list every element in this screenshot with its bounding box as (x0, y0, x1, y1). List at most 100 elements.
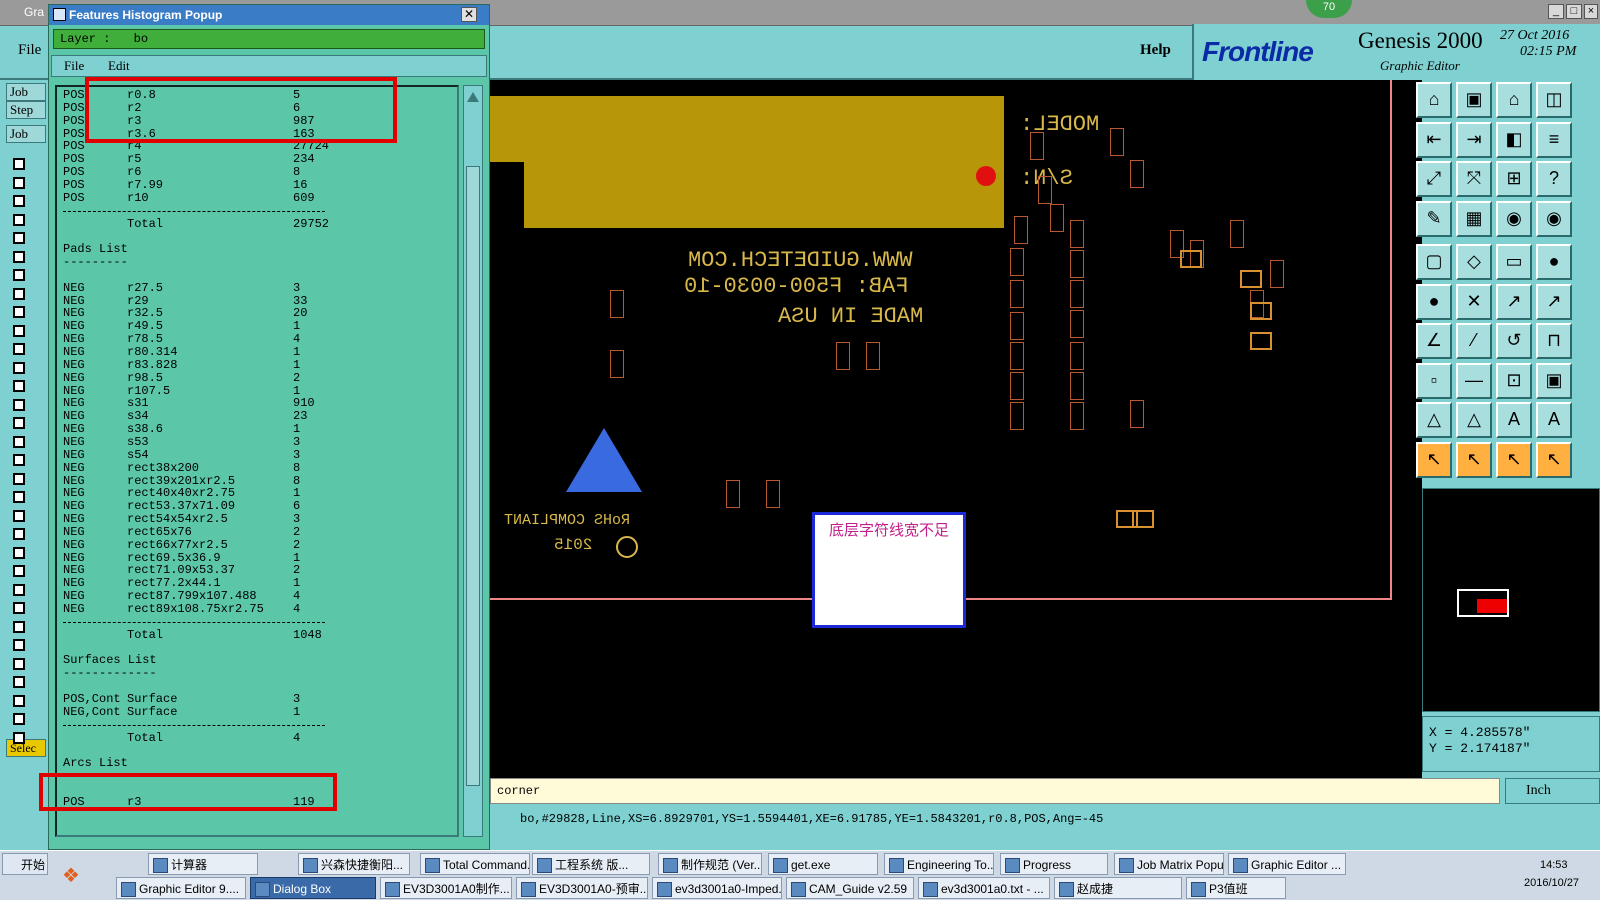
tool-button[interactable]: ◧ (1496, 121, 1532, 158)
layer-toggle[interactable] (13, 565, 25, 577)
tool-button[interactable]: ↗ (1496, 283, 1532, 320)
start-button[interactable]: 开始 (2, 853, 48, 875)
tool-button[interactable]: ◉ (1536, 200, 1572, 237)
taskbar-item[interactable]: 工程系统 版... (532, 853, 650, 875)
layer-toggle[interactable] (13, 435, 25, 448)
tool-button[interactable]: ✎ (1416, 200, 1452, 237)
tool-button[interactable]: ⊡ (1496, 362, 1532, 399)
layer-toggle[interactable] (13, 158, 25, 170)
tool-button[interactable]: ⁄ (1456, 323, 1492, 359)
popup-menu-edit[interactable]: Edit (108, 56, 130, 76)
tool-button[interactable]: ▣ (1456, 82, 1492, 118)
layer-toggle[interactable] (13, 694, 25, 707)
layer-toggle[interactable] (13, 343, 25, 355)
layer-toggle[interactable] (13, 380, 25, 392)
layer-toggle[interactable] (13, 195, 25, 207)
scroll-up-arrow[interactable] (467, 90, 479, 102)
taskbar-item[interactable]: 计算器 (148, 853, 258, 875)
layer-toggle[interactable] (13, 287, 25, 300)
job2-button[interactable]: Job (6, 125, 46, 143)
taskbar-item[interactable]: Graphic Editor ... (1228, 853, 1346, 875)
taskbar-item[interactable]: 兴森快捷衡阳... (298, 853, 410, 875)
taskbar-item[interactable]: CAM_Guide v2.59 (786, 877, 914, 899)
step-button[interactable]: Step (6, 101, 46, 119)
layer-toggle[interactable] (13, 639, 25, 651)
tool-button[interactable]: ◇ (1456, 244, 1492, 280)
taskbar-item[interactable]: P3值班 (1186, 877, 1286, 899)
taskbar-item[interactable]: Engineering To... (884, 853, 994, 875)
tool-button[interactable]: ⌂ (1416, 82, 1452, 118)
tool-button[interactable]: ▭ (1496, 244, 1532, 280)
tool-button[interactable]: ◉ (1496, 200, 1532, 237)
layer-toggle[interactable] (13, 398, 25, 411)
popup-close-button[interactable]: ✕ (461, 7, 477, 22)
close-button[interactable]: × (1584, 4, 1598, 19)
taskbar-item[interactable]: Graphic Editor 9.... (116, 877, 246, 899)
taskbar-item[interactable]: Progress (1000, 853, 1108, 875)
tool-button[interactable]: ⌂ (1496, 82, 1532, 118)
menu-file[interactable]: File (18, 42, 41, 59)
select-button[interactable]: Selec (6, 739, 46, 757)
layer-toggle[interactable] (13, 713, 25, 725)
layer-toggle[interactable] (13, 491, 25, 503)
tool-button[interactable]: — (1456, 362, 1492, 399)
layer-toggle[interactable] (13, 232, 25, 244)
taskbar-item[interactable]: get.exe (768, 853, 878, 875)
layer-toggle[interactable] (13, 583, 25, 596)
tool-button[interactable]: ▢ (1416, 244, 1452, 280)
layer-toggle[interactable] (13, 657, 25, 670)
tool-button[interactable]: A (1496, 402, 1532, 438)
layer-toggle[interactable] (13, 509, 25, 522)
tool-button[interactable]: ⊞ (1496, 161, 1532, 197)
layer-toggle[interactable] (13, 306, 25, 318)
tool-button[interactable]: A (1536, 402, 1572, 438)
graphic-canvas[interactable]: MODEL: S/N: WWW.GUIDETECH.COM FAB: F500-… (490, 80, 1422, 778)
tool-button[interactable]: ↖ (1416, 441, 1452, 478)
tool-button[interactable]: ▦ (1456, 200, 1492, 237)
layer-toggle[interactable] (13, 213, 25, 226)
tool-button[interactable]: ⇥ (1456, 121, 1492, 158)
tool-button[interactable]: ✕ (1456, 283, 1492, 320)
tool-button[interactable]: ◫ (1536, 82, 1572, 118)
tool-button[interactable]: ↖ (1496, 441, 1532, 478)
unit-selector[interactable]: Inch (1505, 778, 1600, 804)
layer-toggle[interactable] (13, 472, 25, 485)
tool-button[interactable]: ↗ (1536, 283, 1572, 320)
tool-button[interactable]: △ (1456, 402, 1492, 438)
tool-button[interactable]: ⤧ (1456, 161, 1492, 197)
tool-button[interactable]: ≡ (1536, 121, 1572, 158)
tool-button[interactable]: ⇤ (1416, 121, 1452, 158)
tool-button[interactable]: ∠ (1416, 323, 1452, 359)
taskbar-item[interactable]: Dialog Box (250, 877, 376, 899)
taskbar-item[interactable]: EV3D3001A0-预审... (516, 877, 648, 899)
layer-toggle[interactable] (13, 250, 25, 263)
layer-toggle[interactable] (13, 361, 25, 374)
tool-button[interactable]: △ (1416, 402, 1452, 438)
popup-scrollbar[interactable] (463, 85, 483, 837)
taskbar-item[interactable]: Total Command... (420, 853, 530, 875)
layer-toggle[interactable] (13, 602, 25, 614)
taskbar-item[interactable]: 制作规范 (Ver... (658, 853, 762, 875)
windows-logo-icon[interactable]: ❖ (62, 863, 80, 888)
tool-button[interactable]: ⤢ (1416, 161, 1452, 197)
tool-button[interactable]: ↖ (1456, 441, 1492, 478)
taskbar-item[interactable]: Job Matrix Popup (1114, 853, 1224, 875)
tool-button[interactable]: ● (1416, 283, 1452, 320)
tool-button[interactable]: ? (1536, 161, 1572, 197)
layer-toggle[interactable] (13, 417, 25, 429)
maximize-button[interactable]: □ (1566, 4, 1582, 19)
job-button[interactable]: Job (6, 83, 46, 101)
minimap[interactable] (1422, 488, 1600, 712)
taskbar-item[interactable]: 赵成捷 (1054, 877, 1182, 899)
layer-toggle[interactable] (13, 731, 25, 744)
tool-button[interactable]: ▣ (1536, 362, 1572, 399)
tool-button[interactable]: ↺ (1496, 323, 1532, 359)
scroll-thumb[interactable] (466, 166, 480, 786)
taskbar-item[interactable]: ev3d3001a0.txt - ... (918, 877, 1050, 899)
minimize-button[interactable]: _ (1548, 4, 1564, 19)
layer-toggle[interactable] (13, 176, 25, 189)
taskbar-item[interactable]: ev3d3001a0-Imped... (652, 877, 782, 899)
popup-menu-file[interactable]: File (64, 56, 84, 76)
layer-toggle[interactable] (13, 676, 25, 688)
layer-toggle[interactable] (13, 528, 25, 540)
